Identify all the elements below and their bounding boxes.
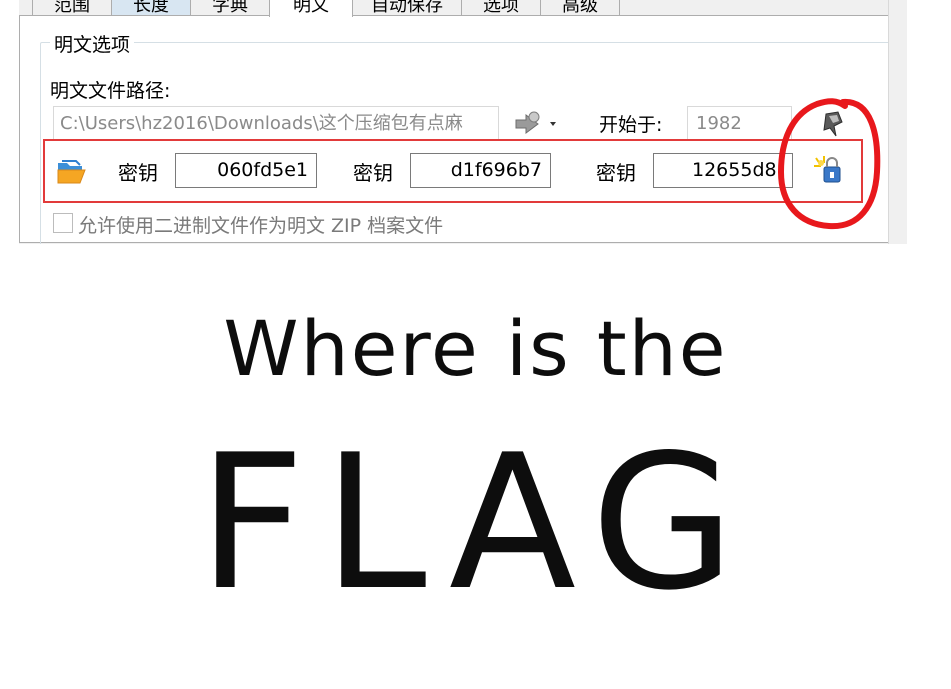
- tab-length[interactable]: 长度: [111, 0, 191, 16]
- tab-dictionary[interactable]: 字典: [190, 0, 270, 16]
- allow-binary-label: 允许使用二进制文件作为明文 ZIP 档案文件: [78, 215, 444, 237]
- key-label-2: 密钥: [353, 161, 393, 185]
- key-label-3: 密钥: [596, 161, 636, 185]
- plaintext-path-field[interactable]: C:\Users\hz2016\Downloads\这个压缩包有点麻: [53, 106, 499, 140]
- tab-strip: 范围 长度 字典 明文 自动保存 选项 高级: [19, 0, 899, 17]
- window-edge: [888, 0, 907, 244]
- archive-recovery-dialog: 范围 长度 字典 明文 自动保存 选项 高级 明文选项 明文文件路径: C:\U…: [19, 0, 906, 244]
- browse-dropdown-icon: [515, 111, 556, 134]
- browse-button[interactable]: [512, 108, 562, 138]
- key-field-1[interactable]: 060fd5e1: [175, 153, 317, 188]
- allow-binary-checkbox[interactable]: [53, 213, 73, 233]
- tab-range[interactable]: 范围: [32, 0, 112, 16]
- hand-drawn-circle-annotation: [777, 98, 881, 230]
- path-label: 明文文件路径:: [50, 80, 171, 102]
- tab-plaintext[interactable]: 明文: [269, 0, 353, 17]
- group-title: 明文选项: [50, 30, 135, 57]
- tab-options[interactable]: 选项: [461, 0, 541, 16]
- tab-page-plaintext: 明文选项 明文文件路径: C:\Users\hz2016\Downloads\这…: [19, 15, 894, 244]
- caption-line-1: Where is the: [223, 304, 728, 393]
- key-field-3[interactable]: 12655d8: [653, 153, 793, 188]
- key-field-2[interactable]: d1f696b7: [410, 153, 551, 188]
- tab-autosave[interactable]: 自动保存: [352, 0, 462, 16]
- key-label-1: 密钥: [118, 161, 158, 185]
- folder-open-icon[interactable]: [56, 157, 88, 185]
- start-at-label: 开始于:: [599, 114, 663, 136]
- caption-line-2: FLAG: [198, 414, 753, 631]
- tab-advanced[interactable]: 高级: [540, 0, 620, 16]
